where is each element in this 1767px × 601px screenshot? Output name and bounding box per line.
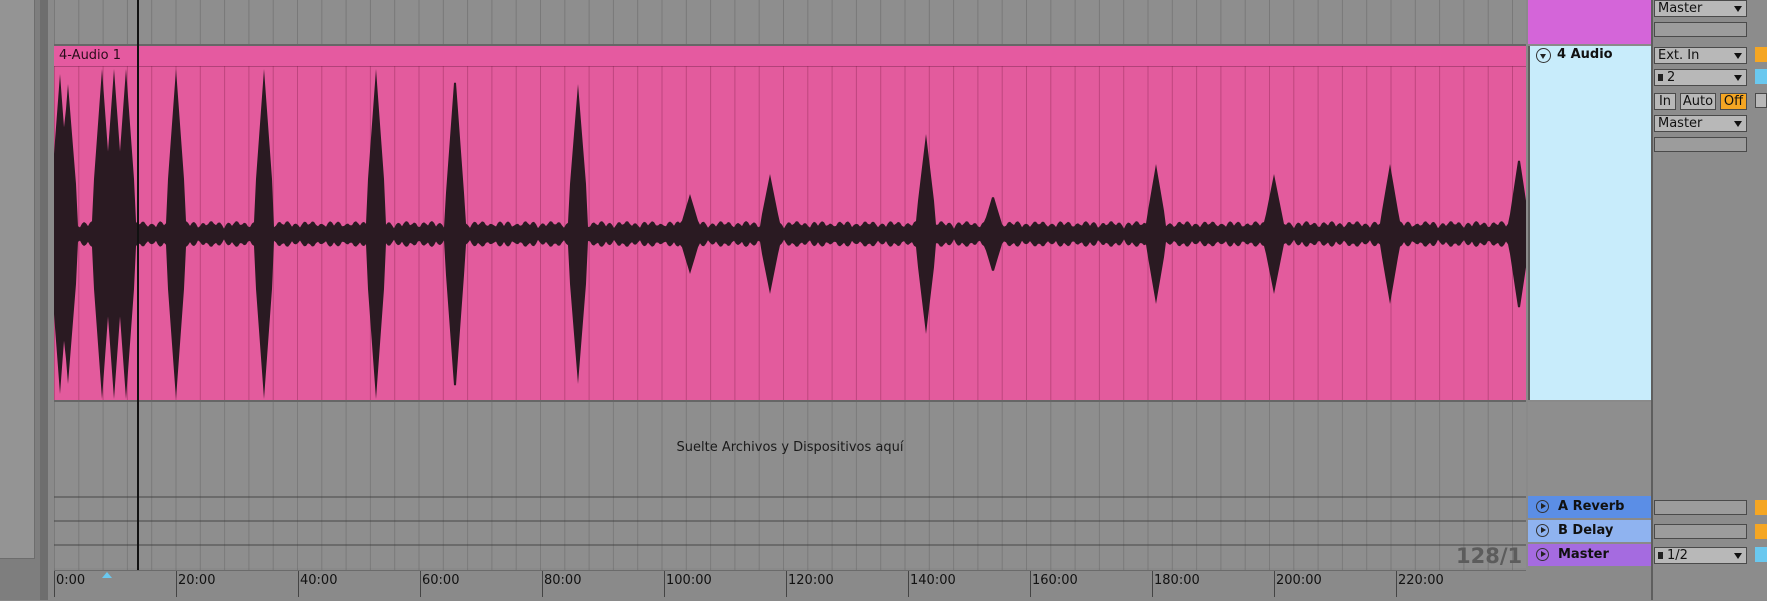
return-lane-a-reverb[interactable] — [54, 496, 1526, 520]
a-reverb-output-box[interactable] — [1654, 500, 1747, 515]
audio-waveform — [54, 66, 1526, 400]
ruler-tick — [54, 571, 55, 597]
ruler-label: 20:00 — [178, 573, 216, 588]
audio-track-solo-icon[interactable] — [1755, 69, 1767, 84]
left-gutter — [0, 0, 48, 600]
master-output-value: 1/2 — [1667, 548, 1688, 563]
ruler-label: 60:00 — [422, 573, 460, 588]
ruler-label: 120:00 — [788, 573, 834, 588]
return-lane-b-delay[interactable] — [54, 520, 1526, 544]
ruler-tick — [1030, 571, 1031, 597]
return-track-b-delay[interactable]: B Delay — [1528, 520, 1651, 542]
fold-track-icon[interactable] — [1536, 48, 1551, 63]
play-circle-icon[interactable] — [1536, 500, 1549, 513]
master-output-select[interactable]: 1/2 — [1654, 547, 1747, 564]
channel-meter-icon — [1658, 74, 1663, 81]
audio-track-name: 4 Audio — [1557, 47, 1613, 62]
ruler-label: 140:00 — [910, 573, 956, 588]
ruler-label: 160:00 — [1032, 573, 1078, 588]
zoom-level-label: 128/1 — [1456, 544, 1523, 568]
ruler-label: 180:00 — [1154, 573, 1200, 588]
master-track[interactable]: Master — [1528, 544, 1651, 566]
audio-track-header[interactable] — [1528, 46, 1653, 400]
monitor-auto-button[interactable]: Auto — [1680, 93, 1716, 110]
audio-clip-name: 4-Audio 1 — [59, 48, 122, 63]
ruler-label: 40:00 — [300, 573, 338, 588]
master-lane[interactable] — [54, 544, 1526, 568]
audio-output-select[interactable]: Master — [1654, 115, 1747, 132]
ruler-tick — [1274, 571, 1275, 597]
monitor-off-button[interactable]: Off — [1720, 93, 1747, 110]
audio-clip-header[interactable] — [54, 46, 1526, 67]
ruler-tick — [298, 571, 299, 597]
top-track-header[interactable] — [1528, 0, 1651, 44]
audio-input-channel-value: 2 — [1667, 70, 1676, 85]
audio-input-type-select[interactable]: Ext. In — [1654, 47, 1747, 64]
audio-input-channel-select[interactable]: 2 — [1654, 69, 1747, 86]
audio-track-arm-icon[interactable] — [1755, 93, 1767, 108]
empty-header-area — [1528, 402, 1651, 496]
drop-zone-text: Suelte Archivos y Dispositivos aquí — [676, 440, 904, 455]
ruler-tick — [1152, 571, 1153, 597]
b-delay-output-box[interactable] — [1654, 524, 1747, 539]
return-track-a-reverb[interactable]: A Reverb — [1528, 496, 1651, 518]
return-track-a-reverb-label: A Reverb — [1558, 499, 1625, 514]
ruler-label: 220:00 — [1398, 573, 1444, 588]
return-track-b-delay-label: B Delay — [1558, 523, 1614, 538]
monitor-in-button[interactable]: In — [1654, 93, 1676, 110]
ruler-tick — [176, 571, 177, 597]
audio-output-sub[interactable] — [1654, 137, 1747, 152]
left-scroll-area[interactable] — [0, 0, 35, 559]
master-indicator-icon[interactable] — [1755, 547, 1767, 562]
loop-marker-icon[interactable] — [102, 572, 112, 578]
left-divider — [40, 0, 48, 600]
time-ruler[interactable]: 0:00 20:00 40:00 60:00 80:00 100:00 120:00 140:… — [54, 570, 1526, 601]
ruler-tick — [542, 571, 543, 597]
play-circle-icon[interactable] — [1536, 524, 1549, 537]
ruler-label: 80:00 — [544, 573, 582, 588]
ruler-tick — [664, 571, 665, 597]
ruler-tick — [908, 571, 909, 597]
audio-track-activator-icon[interactable] — [1755, 47, 1767, 62]
b-delay-activator-icon[interactable] — [1755, 524, 1767, 539]
ruler-label: 100:00 — [666, 573, 712, 588]
ruler-tick — [1396, 571, 1397, 597]
ruler-tick — [786, 571, 787, 597]
top-track-output-select[interactable]: Master — [1654, 0, 1747, 17]
play-circle-icon[interactable] — [1536, 548, 1549, 561]
top-lane-grid — [54, 0, 1513, 44]
a-reverb-activator-icon[interactable] — [1755, 500, 1767, 515]
ruler-label: 0:00 — [56, 573, 86, 588]
playhead[interactable] — [137, 0, 139, 570]
top-track-output-sub[interactable] — [1654, 22, 1747, 37]
master-track-label: Master — [1558, 547, 1609, 562]
ruler-label: 200:00 — [1276, 573, 1322, 588]
channel-meter-icon — [1658, 552, 1663, 559]
ruler-tick — [420, 571, 421, 597]
